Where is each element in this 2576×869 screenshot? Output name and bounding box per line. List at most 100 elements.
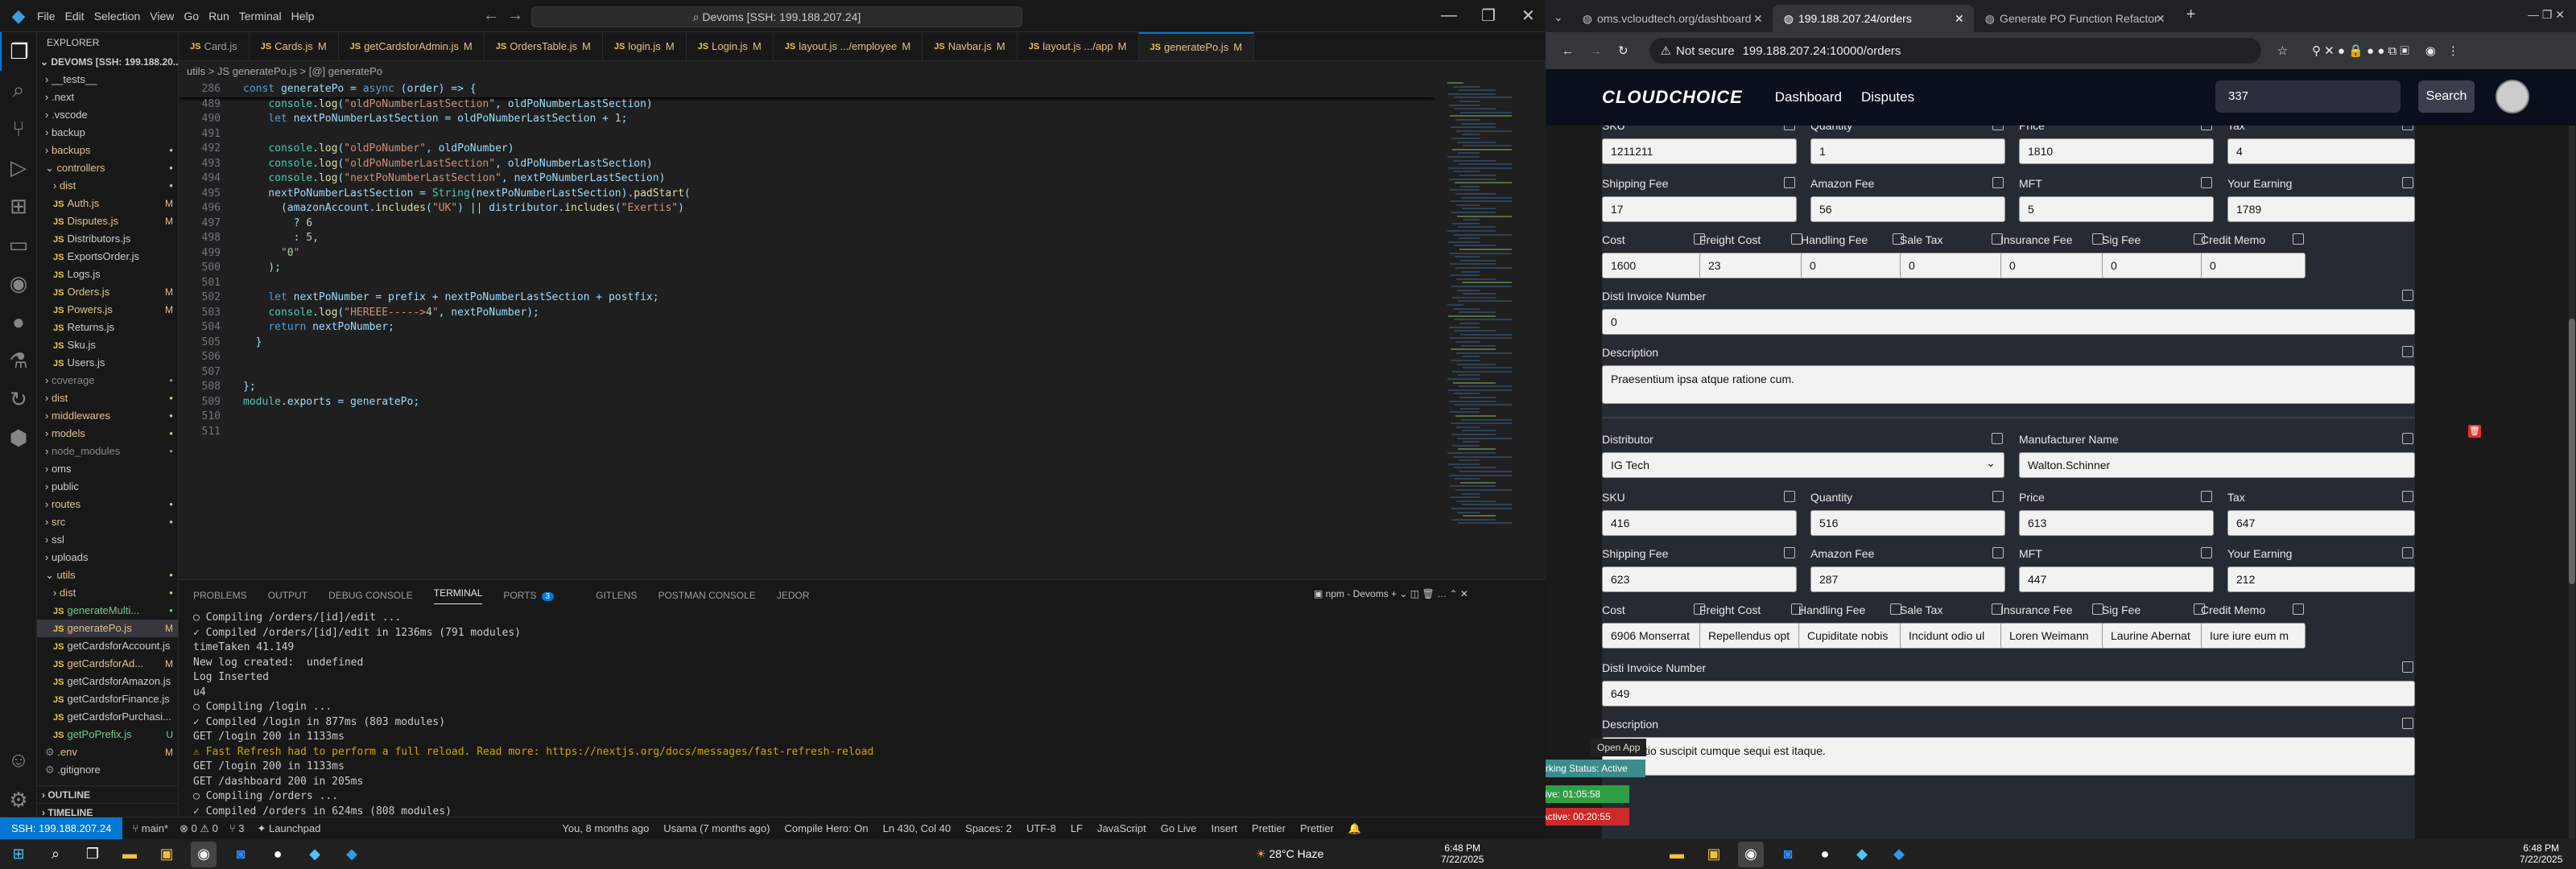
account-icon[interactable]: ☺ — [0, 740, 37, 779]
menu-item-edit[interactable]: Edit — [65, 10, 85, 23]
panel-tab[interactable]: JEDOR — [777, 590, 810, 601]
panel-more-icon[interactable]: … — [1437, 588, 1447, 599]
close-tab-icon[interactable]: ✕ — [2156, 12, 2165, 26]
editor-tab[interactable]: JS login.js M — [603, 32, 687, 60]
copy-icon[interactable] — [2402, 177, 2413, 188]
tree-item[interactable]: › backup — [37, 124, 178, 142]
tree-item[interactable]: JS getPoPrefix.js U — [37, 726, 178, 743]
tree-item[interactable]: › .vscode — [37, 106, 178, 124]
back-arrow-icon[interactable]: ← — [483, 6, 499, 25]
file-explorer-icon[interactable]: ▬ — [1664, 842, 1690, 867]
tree-item[interactable]: JS Logs.js — [37, 266, 178, 283]
description-textarea[interactable]: Praesentium ipsa atque ratione cum. — [1602, 365, 2415, 404]
problems-count[interactable]: ⊗ 0 ⚠ 0 — [180, 822, 218, 835]
text-input[interactable]: 0 — [1801, 253, 1905, 278]
vscode-alt-icon[interactable]: ◆ — [1849, 842, 1875, 867]
forward-arrow-icon[interactable]: → — [507, 6, 523, 25]
panel-tab[interactable]: OUTPUT — [268, 590, 308, 601]
prettier[interactable]: Prettier — [1252, 822, 1286, 834]
split-terminal-icon[interactable]: ◫ — [1410, 588, 1419, 599]
copy-icon[interactable] — [2201, 547, 2212, 558]
git-branch[interactable]: ⑂ main* — [132, 822, 168, 834]
tree-item[interactable]: › backups ● — [37, 142, 178, 159]
tree-item[interactable]: › uploads — [37, 549, 178, 566]
panel-tab[interactable]: DEBUG CONSOLE — [328, 590, 413, 601]
text-input[interactable]: Cupiditate nobis — [1798, 623, 1903, 649]
window-controls[interactable]: — ❐ ✕ — [2528, 8, 2565, 22]
menu-item-help[interactable]: Help — [291, 10, 315, 23]
settings-gear-icon[interactable]: ⚙ — [0, 780, 37, 819]
copy-icon[interactable] — [1784, 491, 1795, 502]
file-explorer-icon[interactable]: ▬ — [117, 842, 142, 867]
browser-tab[interactable]: ◍ oms.vcloudtech.org/dashboard ✕ — [1571, 5, 1773, 32]
tree-item[interactable]: › oms — [37, 460, 178, 478]
text-input[interactable]: 1810 — [2019, 138, 2214, 164]
tree-item[interactable]: › .next — [37, 89, 178, 106]
eol[interactable]: LF — [1071, 822, 1083, 834]
tree-item[interactable]: JS Distributors.js — [37, 230, 178, 248]
editor-tab[interactable]: JS layout.js .../app M — [1018, 32, 1139, 60]
reload-icon[interactable]: ↻ — [1618, 43, 1629, 58]
copy-icon[interactable] — [2402, 126, 2413, 130]
copy-icon[interactable] — [2402, 433, 2413, 444]
copy-icon[interactable] — [2201, 177, 2212, 188]
copy-icon[interactable] — [2402, 547, 2413, 558]
tree-item[interactable]: › __tests__ — [37, 71, 178, 89]
clock[interactable]: 6:48 PM 7/22/2025 — [1441, 842, 1484, 865]
editor-tab[interactable]: JS generatePo.js M — [1138, 32, 1255, 60]
text-input[interactable]: 212 — [2227, 566, 2415, 592]
copy-icon[interactable] — [2402, 290, 2413, 301]
tree-item[interactable]: ⚙ .env M — [37, 743, 178, 761]
text-input[interactable]: 0 — [2000, 253, 2105, 278]
menu-item-selection[interactable]: Selection — [94, 10, 141, 23]
store-icon[interactable]: ▣ — [1701, 842, 1727, 867]
text-input[interactable]: 613 — [2019, 510, 2214, 536]
order-search-input[interactable]: 337 — [2215, 80, 2401, 113]
extensions-icon[interactable]: ⊞ — [0, 187, 37, 225]
notifications-bell-icon[interactable]: 🔔 — [1348, 822, 1361, 835]
text-input[interactable]: 6906 Monserrat — [1602, 623, 1707, 649]
task-view-icon[interactable]: ❐ — [80, 842, 105, 867]
launchpad-item[interactable]: ✦ Launchpad — [258, 822, 321, 835]
text-input[interactable]: 287 — [1810, 566, 2005, 592]
tree-item[interactable]: › middlewares ● — [37, 407, 178, 425]
tree-item[interactable]: › coverage ● — [37, 372, 178, 389]
menu-item-view[interactable]: View — [150, 10, 174, 23]
kill-terminal-icon[interactable]: 🗑 — [1422, 588, 1434, 599]
tab-search-icon[interactable]: ⌄ — [1554, 10, 1563, 24]
description-textarea[interactable]: Distinctio suscipit cumque sequi est ita… — [1602, 737, 2415, 776]
editor-tab[interactable]: JS OrdersTable.js M — [485, 32, 603, 60]
tree-item[interactable]: ⌄ utils ● — [37, 566, 178, 584]
distributor-select[interactable]: IG Tech ⌄ — [1602, 452, 2004, 478]
minimap[interactable] — [1443, 82, 1539, 565]
search-icon[interactable]: ⌕ — [43, 842, 68, 867]
terminal-instance-label[interactable]: ▣ npm - Devoms + ⌄ ◫ 🗑 … ⌃ ✕ — [1314, 588, 1468, 599]
menu-item-file[interactable]: File — [37, 10, 56, 23]
text-input[interactable]: 623 — [1602, 566, 1797, 592]
vscode-alt-icon[interactable]: ◆ — [302, 842, 328, 867]
open-app-label[interactable]: Open App — [1591, 739, 1647, 756]
editor-tab[interactable]: JS Login.js M — [687, 32, 774, 60]
panel-tab[interactable]: PROBLEMS — [193, 590, 247, 601]
tree-item[interactable]: › public — [37, 478, 178, 496]
maximize-panel-icon[interactable]: ⌃ — [1449, 588, 1457, 599]
chrome-icon[interactable]: ◉ — [191, 841, 217, 867]
text-input[interactable]: 56 — [1810, 196, 2005, 222]
nav-dashboard[interactable]: Dashboard — [1775, 89, 1842, 105]
gitlens-icon[interactable]: ◉ — [0, 264, 37, 303]
store-icon[interactable]: ▣ — [154, 842, 180, 867]
tree-item[interactable]: › dist ● — [37, 177, 178, 195]
text-input[interactable]: 1600 — [1602, 253, 1707, 278]
tree-item[interactable]: JS Sku.js — [37, 336, 178, 354]
tree-item[interactable]: JS Orders.js M — [37, 283, 178, 301]
minimize-button[interactable]: — — [1441, 6, 1457, 25]
run-debug-icon[interactable]: ▷ — [0, 148, 37, 187]
copy-icon[interactable] — [1784, 177, 1795, 188]
postman-icon[interactable]: ● — [0, 303, 37, 341]
text-input[interactable]: Incidunt odio ul — [1900, 623, 2004, 649]
panel-tab[interactable]: POSTMAN CONSOLE — [658, 590, 755, 601]
insert-mode[interactable]: Insert — [1212, 822, 1238, 834]
editor-tab[interactable]: JS Card.js — [179, 32, 250, 60]
editor-tab[interactable]: JS layout.js .../employee M — [774, 32, 923, 60]
address-bar[interactable]: ⚠ Not secure 199.188.207.24:10000/orders — [1649, 38, 2261, 64]
